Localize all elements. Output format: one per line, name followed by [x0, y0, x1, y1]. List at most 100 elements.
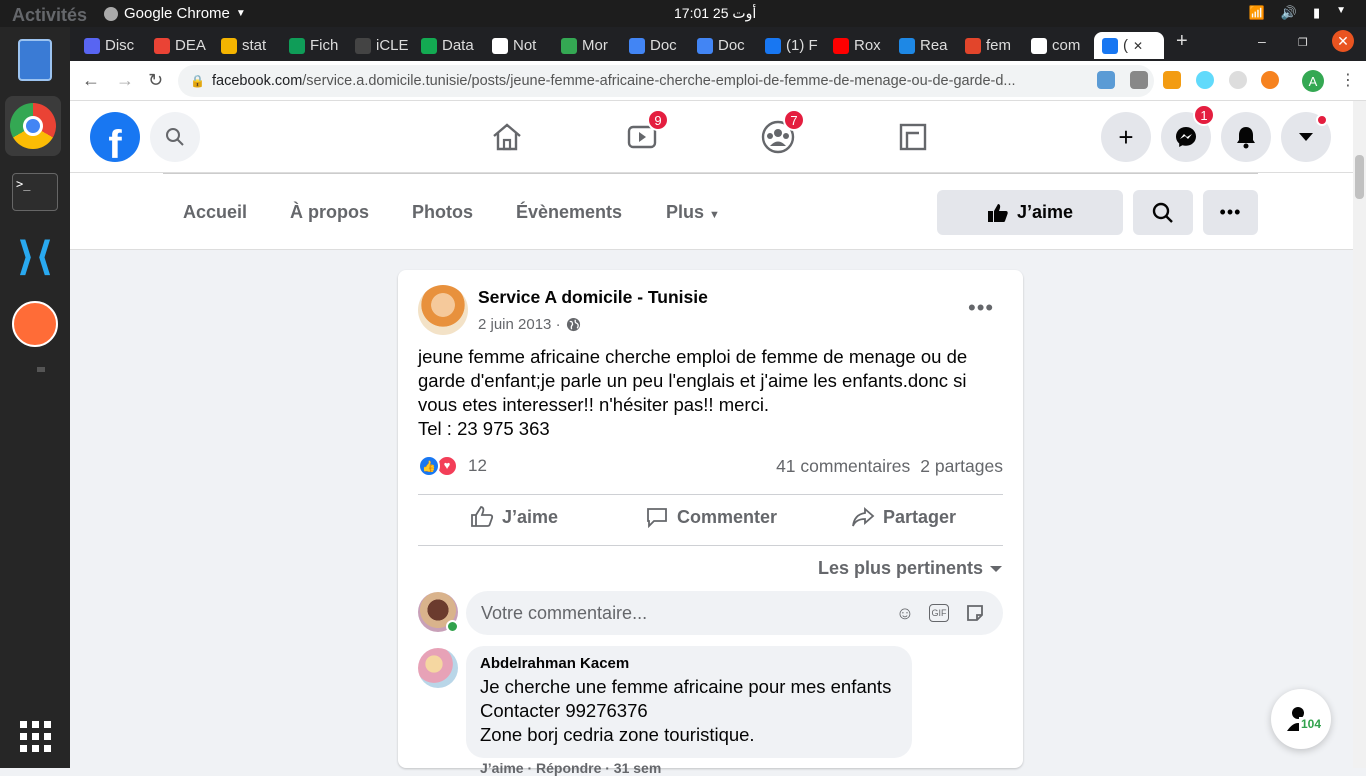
account-menu-button[interactable]	[1281, 112, 1331, 162]
comment-author[interactable]: Abdelrahman Kacem	[480, 655, 898, 672]
nav-groups[interactable]: 7	[756, 109, 805, 159]
tab-favicon-icon	[84, 37, 100, 54]
post-author[interactable]: Service A domicile - Tunisie	[478, 287, 708, 308]
browser-tab[interactable]: Fich	[289, 32, 349, 59]
tab-label: stat	[242, 37, 267, 54]
postman-icon[interactable]	[10, 299, 60, 349]
reload-button[interactable]: ↻	[148, 70, 163, 91]
tab-accueil[interactable]: Accueil	[183, 202, 247, 223]
tab-active[interactable]: (✕	[1094, 32, 1164, 59]
comment-text: Je cherche une femme africaine pour mes …	[480, 676, 892, 745]
browser-tab[interactable]: com	[1031, 32, 1091, 59]
messenger-button[interactable]: 1	[1161, 104, 1215, 162]
commenter-avatar[interactable]	[418, 648, 458, 688]
post-date[interactable]: 2 juin 2013 ·	[478, 316, 561, 333]
show-apps-icon[interactable]	[10, 711, 60, 761]
comment-input[interactable]: Votre commentaire... ☺ GIF	[466, 591, 1003, 635]
close-tab-icon[interactable]: ✕	[1133, 39, 1143, 53]
scrollbar-thumb[interactable]	[1355, 155, 1364, 199]
extension-react-icon[interactable]	[1196, 71, 1214, 89]
browser-tab[interactable]: DEA	[154, 32, 214, 59]
comment-button[interactable]: Commenter	[645, 506, 777, 528]
logo-letter: f	[108, 123, 122, 162]
page-like-button[interactable]: J’aime	[937, 190, 1123, 235]
activities-button[interactable]: Activités	[12, 5, 87, 26]
page-scrollbar[interactable]	[1353, 101, 1366, 768]
minimize-button[interactable]: –	[1258, 33, 1266, 49]
page-search-button[interactable]	[1133, 190, 1193, 235]
extension-feather-icon[interactable]	[1097, 71, 1115, 89]
browser-tab[interactable]: Rox	[833, 32, 893, 59]
menu-kebab-icon[interactable]: ⋮	[1340, 70, 1356, 90]
search-button[interactable]	[150, 112, 200, 162]
wifi-icon: 📶	[1248, 5, 1265, 20]
browser-tab[interactable]: Disc	[84, 32, 144, 59]
share-label: Partager	[883, 506, 957, 527]
globe-icon	[566, 317, 580, 332]
tab-favicon-icon	[1031, 37, 1047, 54]
app-menu[interactable]: Google Chrome ▼	[104, 5, 246, 22]
nav-watch[interactable]: 9	[620, 109, 669, 159]
profile-avatar[interactable]: A	[1302, 70, 1324, 92]
notifications-button[interactable]	[1221, 112, 1271, 162]
browser-tab[interactable]: Data	[421, 32, 481, 59]
browser-tab[interactable]: (1) F	[765, 32, 825, 59]
reactions-summary[interactable]: 👍 ♥ 12	[418, 455, 487, 477]
page-avatar[interactable]	[418, 285, 468, 335]
extension-orange-icon[interactable]	[1163, 71, 1181, 89]
divider	[418, 545, 1003, 546]
like-button[interactable]: J’aime	[470, 506, 558, 528]
address-bar[interactable]: 🔒 facebook.com/service.a.domicile.tunisi…	[178, 65, 1154, 97]
tab-label: Disc	[105, 37, 135, 54]
vscode-icon[interactable]: ⟩⟨	[10, 232, 60, 282]
browser-tab[interactable]: fem	[965, 32, 1025, 59]
online-status-dot	[446, 620, 459, 633]
chevron-down-icon: ▼	[1336, 5, 1346, 16]
facebook-logo[interactable]: f	[90, 112, 140, 162]
clock[interactable]: 17:01 25 أوت	[674, 5, 756, 22]
gif-icon[interactable]: GIF	[929, 604, 949, 622]
emoji-icon[interactable]: ☺	[894, 602, 916, 624]
tab-evenements[interactable]: Évènements	[516, 202, 622, 223]
tab-favicon-icon	[221, 37, 237, 54]
browser-tab[interactable]: Mor	[561, 32, 621, 59]
terminal-icon[interactable]: >_	[10, 167, 60, 217]
tab-plus[interactable]: Plus ▼	[666, 202, 720, 223]
tab-label: Doc	[718, 37, 745, 54]
comments-count[interactable]: 41 commentaires	[776, 456, 910, 477]
contacts-button[interactable]: 104	[1271, 689, 1331, 749]
page-tab-bar: Accueil À propos Photos Évènements Plus …	[70, 173, 1353, 250]
nav-home[interactable]	[485, 115, 529, 159]
post-options-button[interactable]: •••	[968, 295, 994, 321]
browser-tab[interactable]: Rea	[899, 32, 959, 59]
thumbs-up-outline-icon	[471, 506, 494, 527]
close-window-button[interactable]: ✕	[1332, 30, 1354, 52]
nav-gaming[interactable]	[891, 115, 935, 159]
divider	[163, 173, 1258, 174]
share-button[interactable]: Partager	[851, 506, 956, 528]
browser-tab[interactable]: Doc	[697, 32, 757, 59]
new-tab-button[interactable]: +	[1176, 30, 1188, 53]
post-stats: 41 commentaires 2 partages	[776, 456, 1003, 477]
file-cabinet-icon[interactable]	[10, 35, 60, 85]
tab-a-propos[interactable]: À propos	[290, 202, 369, 223]
forward-button[interactable]: →	[116, 70, 134, 91]
system-tray[interactable]: 📶 🔊 ▮ ▼	[1249, 5, 1346, 21]
extension-clock-icon[interactable]	[1229, 71, 1247, 89]
comment-actions[interactable]: J’aime · Répondre · 31 sem	[480, 760, 661, 776]
extension-x-icon[interactable]	[1261, 71, 1279, 89]
shares-count[interactable]: 2 partages	[920, 456, 1003, 477]
maximize-button[interactable]: ❐	[1298, 36, 1308, 49]
browser-tab[interactable]: Doc	[629, 32, 689, 59]
tab-photos[interactable]: Photos	[412, 202, 473, 223]
extension-puzzle-icon[interactable]	[1130, 71, 1148, 89]
comment-sort-dropdown[interactable]: Les plus pertinents	[818, 558, 1003, 579]
create-button[interactable]: +	[1101, 112, 1151, 162]
back-button[interactable]: ←	[82, 70, 100, 91]
browser-tab[interactable]: iCLE	[355, 32, 415, 59]
sticker-icon[interactable]	[964, 602, 986, 624]
page-more-button[interactable]: •••	[1203, 190, 1258, 235]
chrome-dock-icon[interactable]	[5, 96, 61, 156]
browser-tab[interactable]: stat	[221, 32, 281, 59]
browser-tab[interactable]: Not	[492, 32, 552, 59]
